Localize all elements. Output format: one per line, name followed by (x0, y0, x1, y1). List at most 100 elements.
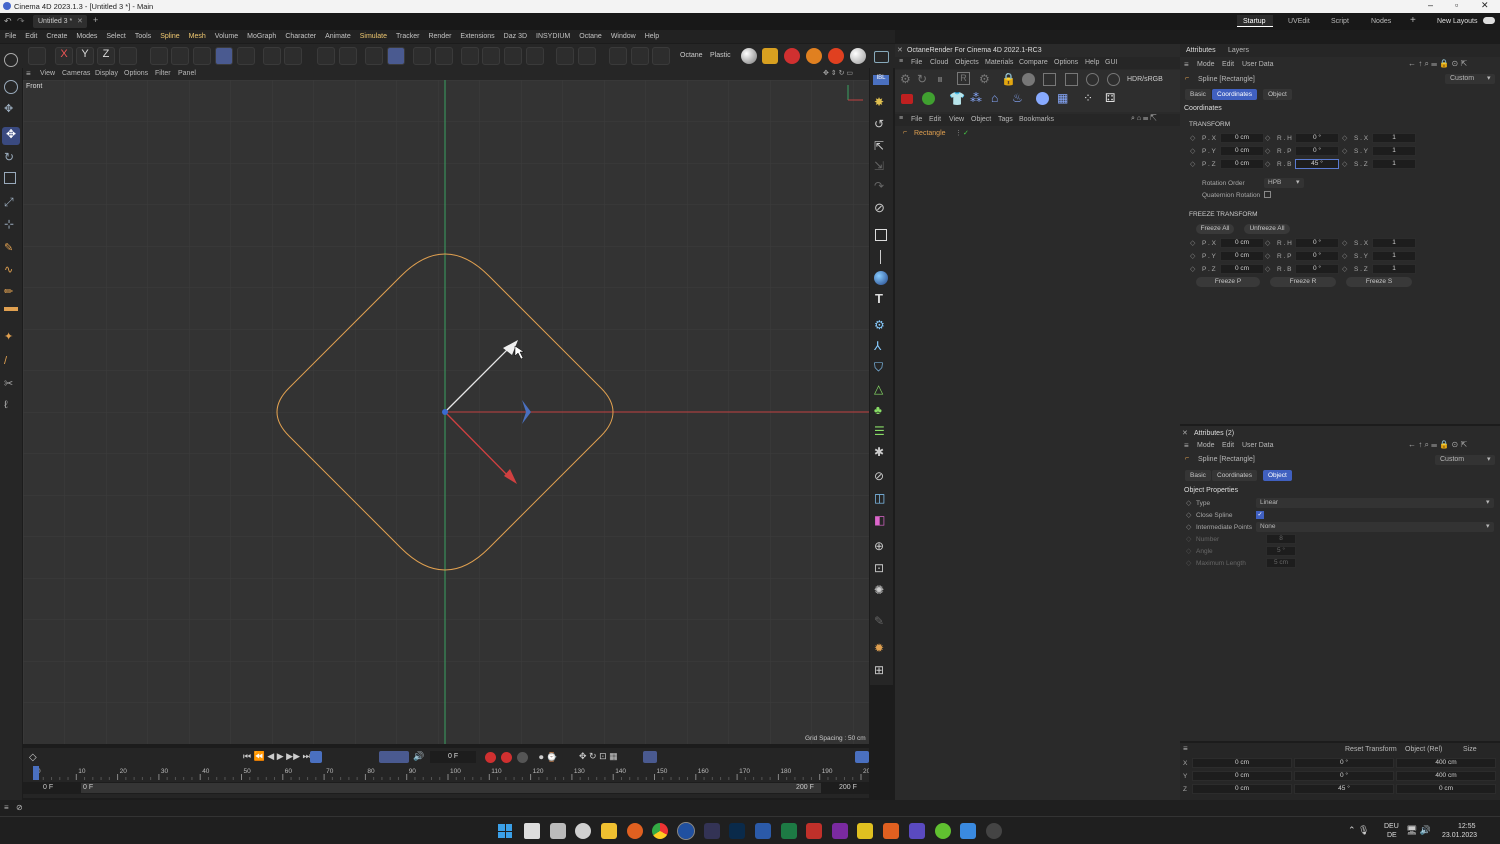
app-icon-4[interactable] (986, 823, 1002, 839)
maximize-icon[interactable]: ▫ (1455, 0, 1458, 10)
objmgr-menu-view[interactable]: View (949, 116, 964, 123)
no-plugin-icon[interactable] (784, 48, 800, 64)
record-icon[interactable] (485, 752, 496, 763)
redo-icon[interactable]: ↷ (17, 16, 25, 27)
attr2-subtab-basic[interactable]: Basic (1185, 470, 1211, 481)
new-layouts-button[interactable]: New Layouts (1437, 18, 1477, 25)
range-end-field[interactable]: 200 F (839, 784, 857, 791)
gizmo-origin[interactable] (442, 409, 448, 415)
tag-icon[interactable]: ⊘ (874, 469, 884, 483)
keyframe-diamond-icon[interactable]: ◇ (1186, 535, 1191, 543)
viewport-hamburger-icon[interactable]: ≡ (26, 69, 31, 78)
lasso-tool-icon[interactable]: ℓ (4, 399, 8, 411)
sketch-tool-icon[interactable]: ∿ (4, 263, 13, 276)
keyframe-diamond-icon[interactable]: ◇ (1186, 547, 1191, 555)
octane-menu-materials[interactable]: Materials (985, 59, 1013, 66)
chrome-icon[interactable] (652, 823, 668, 839)
attr2-menu-edit[interactable]: Edit (1222, 442, 1234, 449)
objmgr-menu-edit[interactable]: Edit (929, 116, 941, 123)
new-tab-icon[interactable]: + (93, 15, 98, 25)
frows-field[interactable]: 1 (1372, 238, 1416, 248)
move-tool-alt-icon[interactable]: ✥ (4, 102, 18, 116)
menu-spline[interactable]: Spline (160, 30, 179, 43)
render-region-icon[interactable] (413, 47, 431, 65)
render-icon[interactable] (631, 47, 649, 65)
octane-hdr-select[interactable]: HDR/sRGB (1127, 76, 1163, 83)
menu-tracker[interactable]: Tracker (396, 30, 419, 43)
target-icon[interactable] (435, 47, 453, 65)
attr2-nav-icons[interactable]: ← ↑ ⌕ ☰ 🔒 ⊙ ⇱ (1408, 440, 1467, 450)
keyframe-diamond-icon[interactable]: ◇ (1190, 160, 1195, 168)
viewport-menu-options[interactable]: Options (124, 70, 148, 77)
octane-lock-icon[interactable]: 🔒 (1001, 72, 1016, 86)
tray-icons[interactable]: ⌃ 🎙 (1348, 825, 1369, 836)
keyframe-diamond-icon[interactable]: ◇ (1190, 252, 1195, 260)
sun-icon[interactable]: ✹ (874, 641, 884, 655)
grid-icon[interactable] (365, 47, 383, 65)
coord-field[interactable]: 0 cm (1192, 784, 1292, 794)
attr2-close-icon[interactable]: ✕ (1182, 429, 1188, 437)
render-settings-icon[interactable] (652, 47, 670, 65)
network-volume-icons[interactable]: 🖥 🔊 (1406, 825, 1431, 836)
menu-tools[interactable]: Tools (135, 30, 151, 43)
hierarchy-icon[interactable]: ⊞ (874, 663, 884, 677)
coord-field[interactable]: 400 cm (1396, 771, 1496, 781)
coord-field[interactable]: 0 ° (1294, 758, 1394, 768)
keyframe-diamond-icon[interactable]: ◇ (1186, 523, 1191, 531)
menu-edit[interactable]: Edit (25, 30, 37, 43)
octane-label[interactable]: Octane (680, 52, 703, 59)
octane-instances-icon[interactable]: ⚃ (1105, 91, 1115, 105)
scale-tool-icon[interactable] (4, 172, 16, 184)
layout-tab-uvedit[interactable]: UVEdit (1288, 18, 1310, 25)
reset-transform-button[interactable]: Reset Transform (1345, 746, 1397, 753)
sphere-icon[interactable] (874, 271, 888, 285)
keyframe-diamond-icon[interactable]: ◇ (1265, 160, 1270, 168)
menu-mesh[interactable]: Mesh (189, 30, 206, 43)
octane-film-icon[interactable] (1065, 73, 1078, 86)
octane-menu-file[interactable]: File (911, 59, 922, 66)
transform-group-title[interactable]: TRANSFORM (1189, 121, 1230, 128)
attr-nav-icons[interactable]: ← ↑ ⌕ ☰ 🔒 ⊙ ⇱ (1408, 59, 1467, 69)
property-dropdown[interactable]: Linear ▾ (1256, 498, 1494, 508)
language-label[interactable]: DEU (1384, 823, 1399, 830)
transform-tool-icon[interactable]: ⤢ (4, 195, 14, 210)
clock-time[interactable]: 12:55 (1458, 823, 1476, 830)
octane-f-icon[interactable] (1086, 73, 1099, 86)
attr-menu-mode[interactable]: Mode (1197, 61, 1215, 68)
keyframe-diamond-icon[interactable]: ◇ (1342, 160, 1347, 168)
brush-tool-icon[interactable]: / (4, 355, 7, 367)
menu-simulate[interactable]: Simulate (360, 30, 387, 43)
viewport-menu-view[interactable]: View (40, 70, 55, 77)
octane-scatter-icon[interactable]: ⁘ (1083, 91, 1093, 105)
magnet-icon[interactable]: ◧ (874, 513, 885, 527)
light-icon[interactable]: ✺ (874, 583, 884, 597)
keyframe-selection-icon[interactable] (517, 752, 528, 763)
octane-grid-icon[interactable]: ▦ (1057, 91, 1068, 105)
viewport-menu-filter[interactable]: Filter (155, 70, 171, 77)
keyframe-diamond-icon[interactable]: ◇ (1265, 252, 1270, 260)
word-icon[interactable] (755, 823, 771, 839)
attr2-menu-userdata[interactable]: User Data (1242, 442, 1274, 449)
keyframe-diamond-icon[interactable]: ◇ (1342, 252, 1347, 260)
task-view-icon[interactable] (524, 823, 540, 839)
pen-tool-icon[interactable]: ✎ (4, 241, 13, 254)
objmgr-menu-file[interactable]: File (911, 116, 922, 123)
viewport-menu-panel[interactable]: Panel (178, 70, 196, 77)
floor-icon[interactable] (556, 47, 574, 65)
playback-controls[interactable]: ⏮ ⏪ ◀ ▶ ▶▶ ⏭ (243, 751, 311, 762)
points-mode-icon[interactable] (193, 47, 211, 65)
enabled-check-icon[interactable]: ✓ (963, 129, 969, 137)
rows-field[interactable]: 0 ° (1295, 133, 1339, 143)
subtab-basic[interactable]: Basic (1185, 89, 1211, 100)
frows-field[interactable]: 0 ° (1295, 251, 1339, 261)
rotation-order-select[interactable]: HPB ▾ (1264, 178, 1304, 188)
camera-target-icon[interactable]: ◫ (874, 491, 885, 505)
keyframe-diamond-icon[interactable]: ◇ (1342, 134, 1347, 142)
menu-help[interactable]: Help (645, 30, 659, 43)
frows-field[interactable]: 0 ° (1295, 264, 1339, 274)
firefox-icon[interactable] (627, 823, 643, 839)
status-menu-icon[interactable]: ≡ (4, 803, 9, 812)
octane-menu-cloud[interactable]: Cloud (930, 59, 948, 66)
line-icon[interactable] (880, 250, 881, 264)
timeline-graph-icon[interactable] (855, 751, 869, 763)
